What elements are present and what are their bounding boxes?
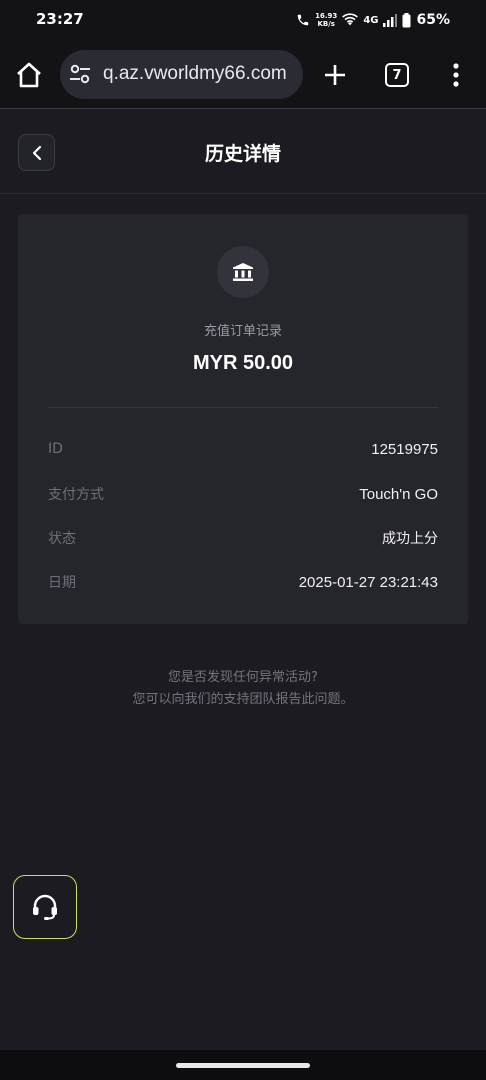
home-gesture-handle[interactable] (176, 1063, 310, 1068)
tab-switcher-button[interactable]: 7 (385, 63, 409, 87)
detail-row-date: 日期 2025-01-27 23:21:43 (48, 570, 438, 594)
divider (48, 407, 438, 408)
network-type: 4G (363, 14, 379, 26)
row-value: 2025-01-27 23:21:43 (298, 573, 438, 591)
home-icon[interactable] (14, 60, 44, 90)
status-time: 23:27 (36, 10, 84, 28)
help-line-1: 您是否发现任何异常活动? (168, 670, 318, 685)
headset-icon (33, 894, 57, 920)
wifi-icon (342, 13, 359, 26)
row-label: ID (48, 441, 63, 457)
bank-icon (233, 263, 253, 281)
status-bar: 23:27 16.93 KB/s 4G 65% (0, 0, 486, 40)
tune-icon[interactable] (69, 63, 91, 85)
battery-icon (402, 12, 411, 27)
detail-row-payment-method: 支付方式 Touch'n GO (48, 482, 438, 506)
bank-icon-badge (217, 246, 269, 298)
detail-row-id: ID 12519975 (48, 437, 438, 461)
detail-row-status: 状态 成功上分 (48, 526, 438, 550)
page-header: 历史详情 (0, 110, 486, 194)
battery-percent: 65% (416, 12, 450, 28)
call-icon (297, 14, 309, 26)
support-button[interactable] (13, 875, 77, 939)
page-title: 历史详情 (204, 143, 281, 165)
signal-icon (383, 13, 398, 27)
system-nav-bar (0, 1050, 486, 1080)
row-label: 支付方式 (48, 487, 104, 503)
network-speed: 16.93 KB/s (315, 12, 338, 28)
url-text[interactable]: q.az.vworldmy66.com (103, 63, 298, 85)
order-amount: MYR 50.00 (192, 352, 294, 374)
row-value: 成功上分 (382, 531, 438, 547)
row-value: 12519975 (371, 440, 438, 458)
plus-icon[interactable] (322, 62, 348, 88)
tab-count: 7 (392, 67, 402, 83)
row-label: 日期 (48, 575, 76, 591)
help-text: 您是否发现任何异常活动? 您可以向我们的支持团队报告此问题。 (0, 667, 486, 711)
more-vert-icon[interactable] (446, 62, 466, 88)
address-bar[interactable]: q.az.vworldmy66.com (60, 50, 303, 99)
status-indicators: 16.93 KB/s 4G 65% (296, 10, 450, 30)
row-value: Touch'n GO (359, 485, 438, 503)
order-type-label: 充值订单记录 (203, 324, 282, 339)
help-line-2: 您可以向我们的支持团队报告此问题。 (132, 692, 354, 707)
browser-toolbar: q.az.vworldmy66.com 7 (0, 40, 486, 109)
row-label: 状态 (48, 531, 76, 547)
history-detail-card: 充值订单记录 MYR 50.00 ID 12519975 支付方式 Touch'… (18, 214, 468, 624)
